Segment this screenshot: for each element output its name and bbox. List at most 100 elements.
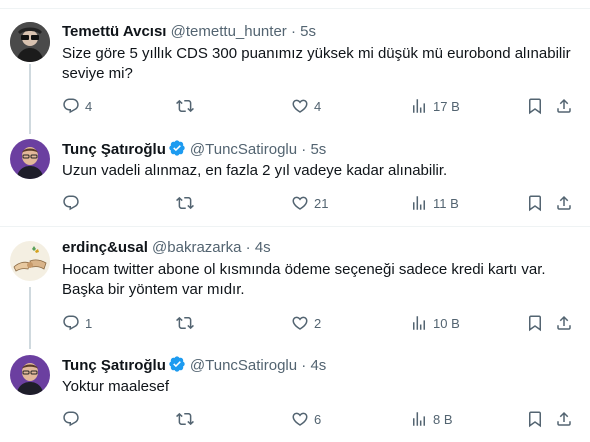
like-count: 21 (314, 195, 329, 211)
author-name[interactable]: erdinç&usal (62, 239, 148, 256)
reply-icon (62, 194, 80, 212)
bookmark-icon (526, 314, 544, 332)
views-button[interactable]: 10 B (410, 313, 460, 333)
tweet-text: Yoktur maalesef (62, 378, 170, 395)
retweet-icon (176, 314, 194, 332)
reply-icon (62, 314, 80, 332)
reply-icon (62, 97, 80, 115)
author-name[interactable]: Temettü Avcısı (62, 23, 166, 40)
like-button[interactable]: 4 (291, 96, 321, 116)
view-count: 8 B (433, 411, 453, 427)
avatar[interactable] (10, 139, 50, 179)
like-button[interactable]: 2 (291, 313, 321, 333)
share-button[interactable] (555, 96, 573, 116)
bookmark-button[interactable] (526, 313, 544, 333)
views-icon (410, 314, 428, 332)
separator-dot: · (245, 239, 251, 256)
reply-button[interactable]: 4 (62, 96, 92, 116)
separator-dot: · (290, 23, 296, 40)
share-button[interactable] (555, 409, 573, 429)
retweet-button[interactable] (176, 409, 199, 429)
tweet-header: Tunç Şatıroğlu @TuncSatiroglu · 4s (62, 355, 326, 376)
author-handle[interactable]: @temettu_hunter (171, 23, 287, 40)
tweet-actions: 4 4 17 B (62, 96, 582, 116)
tweet-header: Tunç Şatıroğlu @TuncSatiroglu · 5s (62, 139, 326, 160)
bookmark-icon (526, 410, 544, 428)
tweet-text: Hocam twitter abone ol kısmında ödeme se… (62, 261, 546, 298)
retweet-button[interactable] (176, 96, 199, 116)
view-count: 10 B (433, 315, 460, 331)
tweet[interactable]: Temettü Avcısı @temettu_hunter · 5s Size… (0, 9, 590, 134)
share-icon (555, 194, 573, 212)
views-button[interactable]: 11 B (410, 193, 459, 213)
avatar[interactable] (10, 355, 50, 395)
separator-dot: · (301, 357, 307, 374)
retweet-icon (176, 410, 194, 428)
share-button[interactable] (555, 313, 573, 333)
like-icon (291, 314, 309, 332)
tweet-text: Uzun vadeli alınmaz, en fazla 2 yıl vade… (62, 162, 448, 179)
reply-count: 1 (85, 315, 93, 331)
reply-button[interactable] (62, 409, 85, 429)
tweet[interactable]: Tunç Şatıroğlu @TuncSatiroglu · 4s Yoktur… (0, 349, 590, 442)
avatar-image (10, 355, 50, 395)
reply-count: 4 (85, 98, 93, 114)
views-button[interactable]: 17 B (410, 96, 460, 116)
tweet-actions: 1 2 10 B (62, 313, 582, 333)
separator-dot: · (301, 141, 307, 158)
share-button[interactable] (555, 193, 573, 213)
author-name[interactable]: Tunç Şatıroğlu (62, 357, 166, 374)
tweet-header: erdinç&usal @bakrazarka · 4s (62, 238, 271, 258)
share-icon (555, 314, 573, 332)
avatar-image (10, 241, 50, 281)
tweet-actions: 21 11 B (62, 193, 582, 213)
bookmark-icon (526, 194, 544, 212)
retweet-icon (176, 194, 194, 212)
views-icon (410, 194, 428, 212)
tweet[interactable]: Tunç Şatıroğlu @TuncSatiroglu · 5s Uzun v… (0, 130, 590, 227)
views-button[interactable]: 8 B (410, 409, 453, 429)
author-handle[interactable]: @TuncSatiroglu (190, 141, 297, 158)
avatar[interactable] (10, 241, 50, 281)
tweet-text: Size göre 5 yıllık CDS 300 puanımız yüks… (62, 45, 571, 82)
retweet-button[interactable] (176, 313, 199, 333)
avatar-image (10, 139, 50, 179)
like-count: 2 (314, 315, 322, 331)
timestamp[interactable]: 5s (300, 23, 316, 40)
share-icon (555, 410, 573, 428)
timestamp[interactable]: 4s (255, 239, 271, 256)
share-icon (555, 97, 573, 115)
like-icon (291, 410, 309, 428)
view-count: 11 B (433, 195, 459, 211)
like-button[interactable]: 6 (291, 409, 321, 429)
like-icon (291, 194, 309, 212)
author-handle[interactable]: @TuncSatiroglu (190, 357, 297, 374)
reply-button[interactable]: 1 (62, 313, 92, 333)
bookmark-button[interactable] (526, 193, 544, 213)
retweet-icon (176, 97, 194, 115)
reply-button[interactable] (62, 193, 85, 213)
views-icon (410, 97, 428, 115)
avatar-image (10, 22, 50, 62)
like-button[interactable]: 21 (291, 193, 328, 213)
tweet-actions: 6 8 B (62, 409, 582, 429)
reply-icon (62, 410, 80, 428)
retweet-button[interactable] (176, 193, 199, 213)
like-icon (291, 97, 309, 115)
author-name[interactable]: Tunç Şatıroğlu (62, 141, 166, 158)
bookmark-button[interactable] (526, 96, 544, 116)
thread-line (29, 287, 31, 349)
timestamp[interactable]: 5s (310, 141, 326, 158)
bookmark-icon (526, 97, 544, 115)
tweet[interactable]: erdinç&usal @bakrazarka · 4s Hocam twitt… (0, 228, 590, 349)
avatar[interactable] (10, 22, 50, 62)
timestamp[interactable]: 4s (310, 357, 326, 374)
verified-badge-icon[interactable] (168, 355, 186, 373)
like-count: 6 (314, 411, 322, 427)
view-count: 17 B (433, 98, 460, 114)
bookmark-button[interactable] (526, 409, 544, 429)
thread-line (29, 64, 31, 134)
author-handle[interactable]: @bakrazarka (152, 239, 241, 256)
verified-badge-icon[interactable] (168, 139, 186, 157)
views-icon (410, 410, 428, 428)
